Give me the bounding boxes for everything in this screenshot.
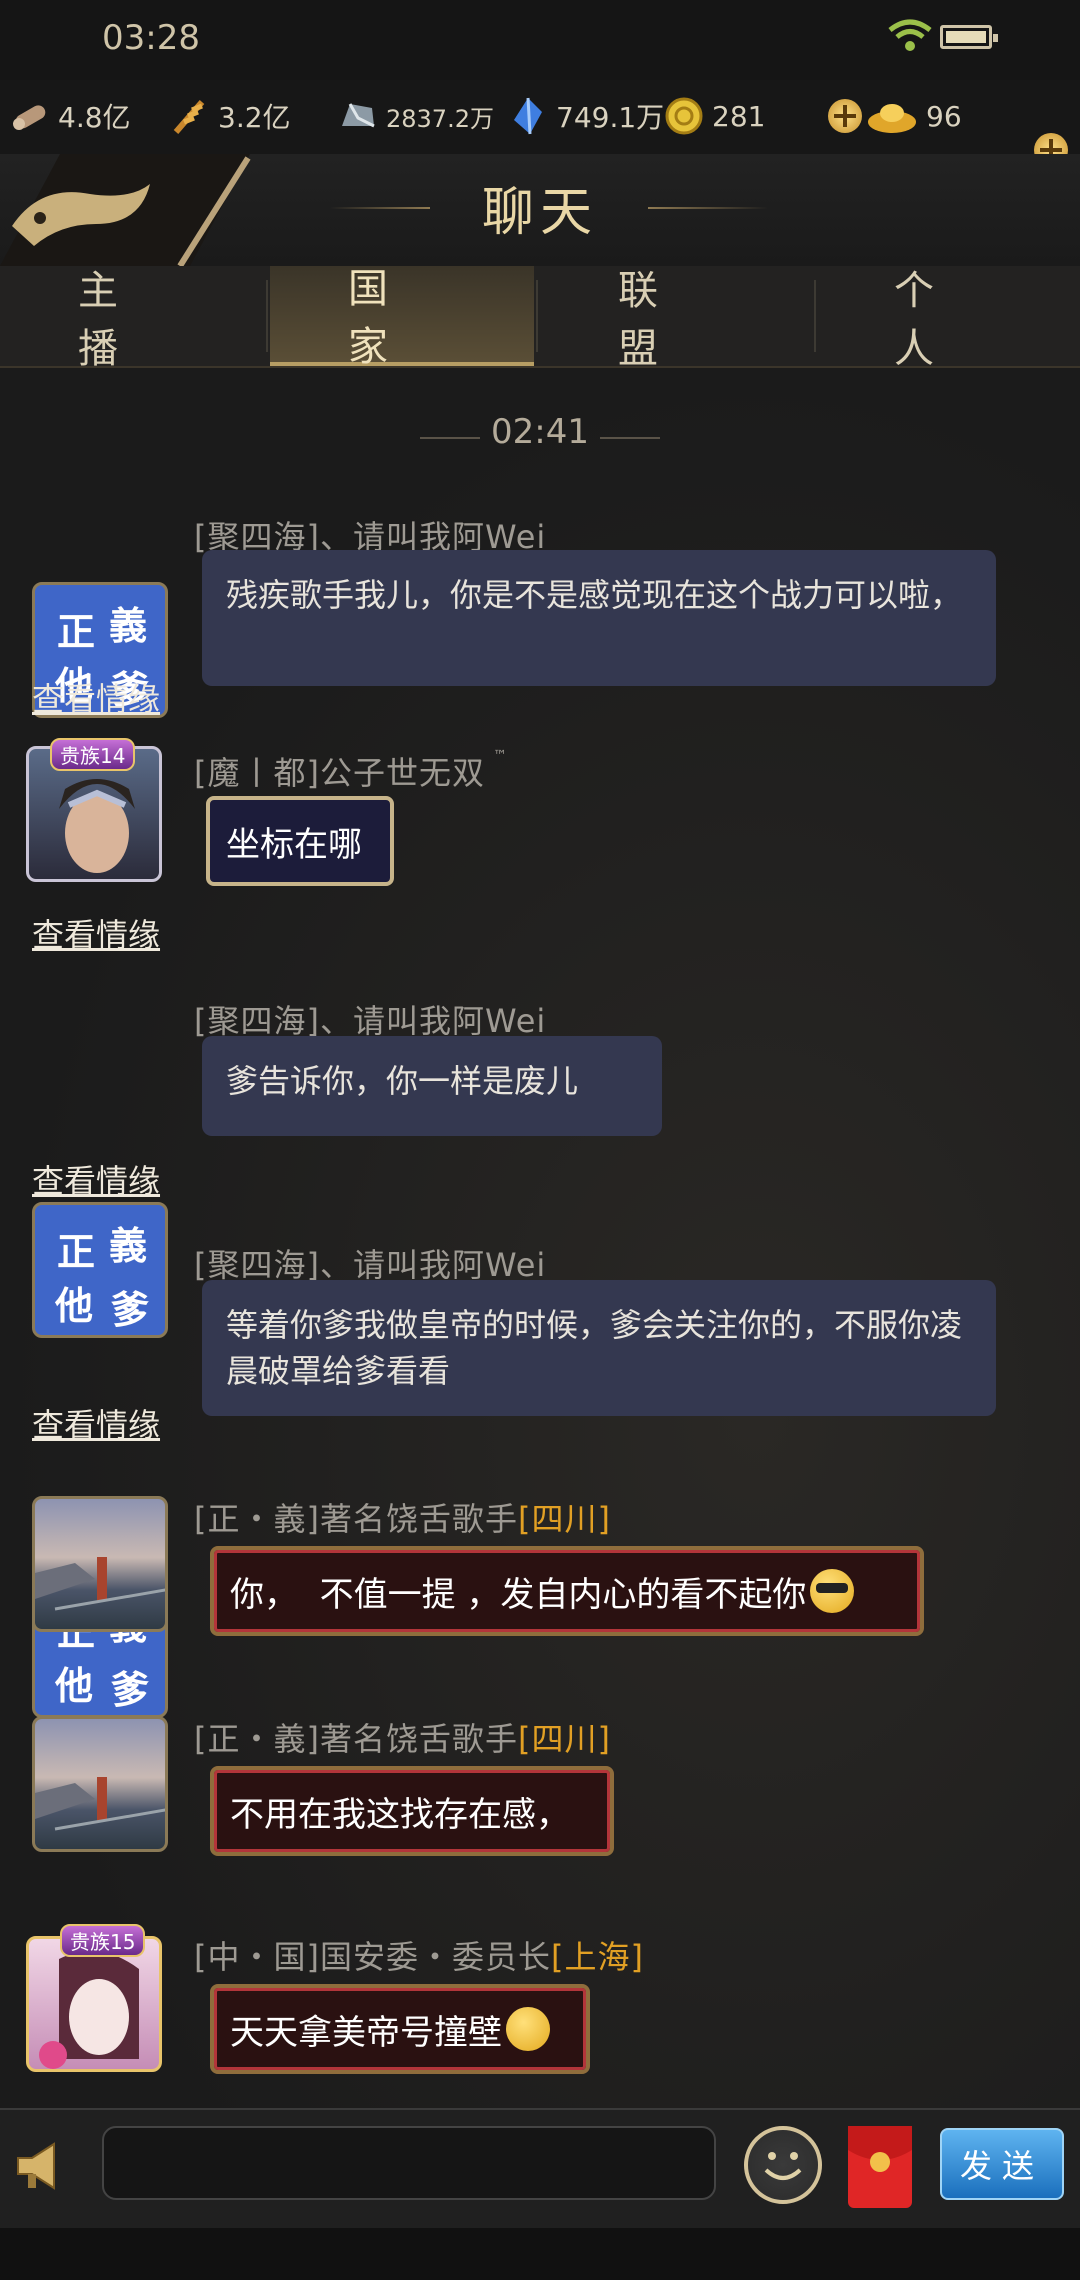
tongue-face-emoji-icon <box>506 2007 550 2051</box>
crystal-icon <box>514 97 542 135</box>
battery-icon <box>940 25 998 49</box>
sender-location: [四川] <box>517 1720 611 1758</box>
iron-icon <box>342 103 375 128</box>
tab-divider <box>536 280 538 352</box>
cool-face-emoji-icon <box>810 1569 855 1613</box>
chat-timestamp: 02:41 <box>491 412 589 452</box>
smiley-icon <box>764 2152 802 2180</box>
red-packet-icon <box>848 2126 912 2172</box>
avatar-char: 爹 <box>111 1287 150 1332</box>
wood-icon <box>13 105 46 130</box>
message-bubble[interactable]: 不用在我这找存在感， <box>210 1766 614 1856</box>
view-relationship-link[interactable]: 查看情缘 <box>32 674 160 720</box>
sender-suffix: ™ <box>492 748 508 764</box>
avatar-char: 正 <box>57 609 96 654</box>
sender-name[interactable]: [中・国]国安委・委员长[上海] <box>194 1932 644 1978</box>
tab-alliance[interactable]: 联盟 <box>540 266 812 372</box>
resource-coin[interactable]: 281 <box>664 90 765 142</box>
avatar-char: 義 <box>109 603 148 648</box>
noble-badge: 贵族15 <box>60 1924 146 1957</box>
view-relationship-link[interactable]: 查看情缘 <box>32 910 160 956</box>
message-bubble[interactable]: 残疾歌手我儿，你是不是感觉现在这个战力可以啦， <box>202 550 996 686</box>
avatar[interactable] <box>32 1716 168 1852</box>
tab-divider <box>266 280 268 352</box>
system-nav-bar <box>0 2228 1080 2280</box>
message-text: 天天拿美帝号撞壁 <box>230 2012 502 2053</box>
avatar-char: 他 <box>55 1663 94 1708</box>
resource-iron[interactable]: 2837.2万 <box>338 90 494 142</box>
noble-badge: 贵族14 <box>50 738 136 771</box>
player-photo-icon <box>35 1777 165 1831</box>
resource-value: 281 <box>712 99 766 133</box>
message-bubble[interactable]: 等着你爹我做皇帝的时候，爹会关注你的，不服你凌晨破罩给爹看看 <box>202 1280 996 1416</box>
sender-name-text: [正・義]著名饶舌歌手 <box>194 1500 518 1538</box>
view-relationship-link[interactable]: 查看情缘 <box>32 1400 160 1446</box>
sender-name[interactable]: [魔丨都]公子世无双 ™ <box>194 748 508 794</box>
tab-personal[interactable]: 个人 <box>816 266 1080 372</box>
page-title: 聊天 <box>481 183 598 243</box>
megaphone-icon[interactable] <box>14 2138 66 2194</box>
emoji-button[interactable] <box>744 2126 822 2204</box>
chat-input[interactable] <box>102 2126 716 2200</box>
player-photo-icon <box>35 1557 165 1611</box>
sender-name-text: [中・国]国安委・委员长 <box>194 1938 551 1976</box>
coin-icon <box>665 97 703 135</box>
ingot-icon <box>868 104 916 133</box>
message-bubble[interactable]: 你， 不值一提 ，发自内心的看不起你 <box>210 1546 924 1636</box>
sender-location: [上海] <box>550 1938 644 1976</box>
sender-name-text: [正・義]著名饶舌歌手 <box>194 1720 518 1758</box>
resource-value: 96 <box>926 99 962 133</box>
red-packet-button[interactable] <box>848 2126 912 2208</box>
avatar[interactable]: 正 義 他 爹 <box>32 1202 168 1338</box>
message-text: 你， 不值一提 ，发自内心的看不起你 <box>230 1574 807 1615</box>
avatar-char: 正 <box>57 1229 96 1274</box>
resource-crystal[interactable]: 749.1万 <box>508 90 664 142</box>
avatar-char: 義 <box>109 1223 148 1268</box>
sender-name-text: [魔丨都]公子世无双 <box>194 754 485 792</box>
resource-ingot[interactable]: 96 <box>866 90 962 142</box>
player-portrait-icon <box>39 1951 139 2069</box>
resource-value: 3.2亿 <box>218 101 291 134</box>
sender-name[interactable]: [正・義]著名饶舌歌手[四川] <box>194 1494 611 1540</box>
resource-wood[interactable]: 4.8亿 <box>10 90 131 142</box>
wifi-icon <box>888 19 932 51</box>
sender-location: [四川] <box>517 1500 611 1538</box>
resource-grain[interactable]: 3.2亿 <box>170 90 291 142</box>
add-resource-icon[interactable] <box>828 99 862 133</box>
message-bubble[interactable]: 天天拿美帝号撞壁 <box>210 1984 590 2074</box>
resource-value: 2837.2万 <box>386 104 494 133</box>
sender-name[interactable]: [正・義]著名饶舌歌手[四川] <box>194 1714 611 1760</box>
tab-country[interactable]: 国家 <box>270 266 534 370</box>
send-button[interactable]: 发送 <box>940 2128 1064 2200</box>
tab-broadcast[interactable]: 主播 <box>0 266 266 372</box>
message-bubble[interactable]: 爹告诉你，你一样是废儿 <box>202 1036 662 1136</box>
avatar-char: 爹 <box>111 1667 150 1712</box>
resource-value: 4.8亿 <box>58 101 131 134</box>
avatar[interactable] <box>32 1496 168 1632</box>
view-relationship-link[interactable]: 查看情缘 <box>32 1156 160 1202</box>
message-bubble[interactable]: 坐标在哪 <box>206 796 394 886</box>
avatar-char: 他 <box>55 1283 94 1328</box>
grain-icon <box>173 100 205 134</box>
resource-value: 749.1万 <box>556 101 665 134</box>
status-time: 03:28 <box>102 18 200 58</box>
